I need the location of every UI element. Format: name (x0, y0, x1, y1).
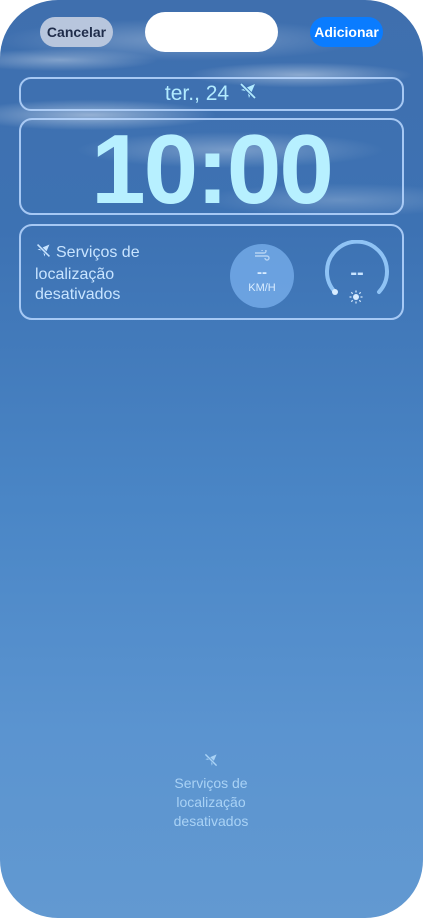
location-off-icon (150, 752, 272, 774)
sun-icon (349, 290, 363, 309)
clock-slot[interactable]: 10:00 (19, 114, 404, 224)
dynamic-island (145, 12, 278, 52)
add-button[interactable]: Adicionar (310, 17, 383, 47)
location-widget-line-3: desativados (35, 286, 121, 303)
bottom-widget-line-2: localização (176, 794, 246, 810)
lock-screen: Cancelar Adicionar ter., 24 10:00 Serviç… (0, 0, 423, 918)
location-off-icon (35, 242, 52, 265)
bottom-location-widget[interactable]: Serviços de localização desativados (150, 752, 272, 831)
location-off-icon (238, 81, 258, 107)
date-label: ter., 24 (164, 82, 230, 105)
widgets-slot[interactable]: Serviços de localização desativados -- K… (19, 224, 404, 320)
uv-widget[interactable]: -- (323, 239, 391, 309)
bottom-widget-line-3: desativados (173, 813, 249, 829)
wind-unit: KM/H (248, 282, 276, 294)
uv-value: -- (350, 262, 364, 284)
location-widget[interactable]: Serviços de localização desativados (35, 242, 225, 305)
bottom-widget-line-1: Serviços de (174, 775, 248, 791)
wind-icon (230, 248, 294, 264)
location-widget-line-1: Serviços de (35, 242, 225, 265)
wind-widget[interactable]: -- KM/H (230, 244, 294, 308)
wind-value: -- (257, 264, 267, 281)
clock-time: 10:00 (91, 114, 334, 224)
date-widget-slot[interactable]: ter., 24 (19, 77, 404, 111)
location-widget-line-2: localização (35, 266, 115, 283)
cancel-button[interactable]: Cancelar (40, 17, 113, 47)
